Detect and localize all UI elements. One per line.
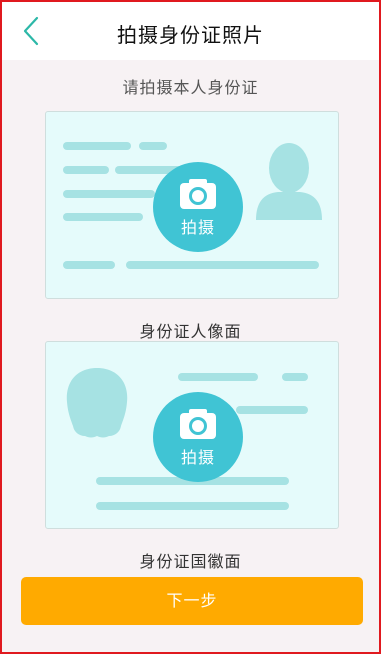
- id-front-label: 身份证人像面: [139, 322, 242, 341]
- placeholder-line: [63, 142, 131, 150]
- placeholder-line: [63, 213, 143, 221]
- portrait-silhouette-icon: [256, 143, 322, 220]
- placeholder-line: [126, 261, 319, 269]
- next-step-button[interactable]: 下一步: [21, 577, 363, 625]
- capture-back-button[interactable]: 拍摄: [153, 392, 243, 482]
- camera-icon: [180, 179, 216, 209]
- placeholder-line: [63, 261, 115, 269]
- placeholder-line: [139, 142, 167, 150]
- placeholder-line: [236, 406, 308, 414]
- id-back-label: 身份证国徽面: [139, 552, 242, 571]
- placeholder-line: [63, 190, 155, 198]
- capture-back-label: 拍摄: [180, 448, 215, 467]
- placeholder-line: [96, 502, 289, 510]
- screen: 拍摄身份证照片 请拍摄本人身份证 拍摄 身份证人像面 拍摄 身份证国徽面 下一步: [0, 0, 381, 654]
- placeholder-line: [178, 373, 258, 381]
- page-title: 拍摄身份证照片: [117, 23, 264, 47]
- placeholder-line: [63, 166, 109, 174]
- camera-icon: [180, 409, 216, 439]
- placeholder-line: [282, 373, 308, 381]
- id-back-card[interactable]: 拍摄: [45, 341, 339, 529]
- national-emblem-icon: [66, 368, 128, 438]
- id-front-card[interactable]: 拍摄: [45, 111, 339, 299]
- nav-bar: 拍摄身份证照片: [2, 2, 379, 60]
- capture-front-button[interactable]: 拍摄: [153, 162, 243, 252]
- capture-front-label: 拍摄: [180, 218, 215, 237]
- instruction-text: 请拍摄本人身份证: [122, 78, 259, 97]
